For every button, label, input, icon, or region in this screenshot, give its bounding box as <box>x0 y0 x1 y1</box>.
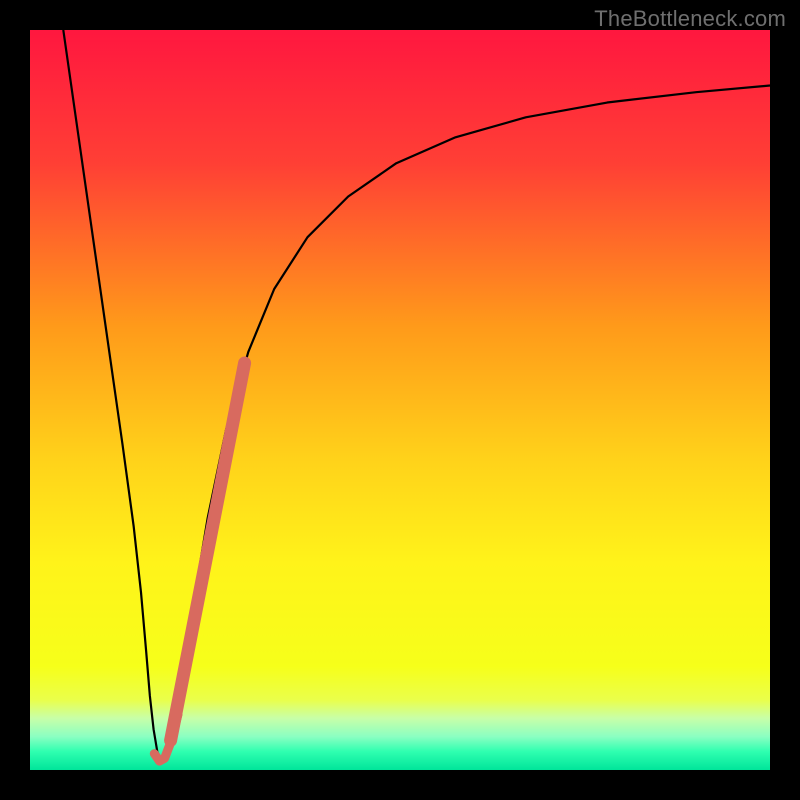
chart-frame: TheBottleneck.com <box>0 0 800 800</box>
plot-background <box>30 30 770 770</box>
watermark-text: TheBottleneck.com <box>594 6 786 32</box>
bottleneck-chart <box>0 0 800 800</box>
